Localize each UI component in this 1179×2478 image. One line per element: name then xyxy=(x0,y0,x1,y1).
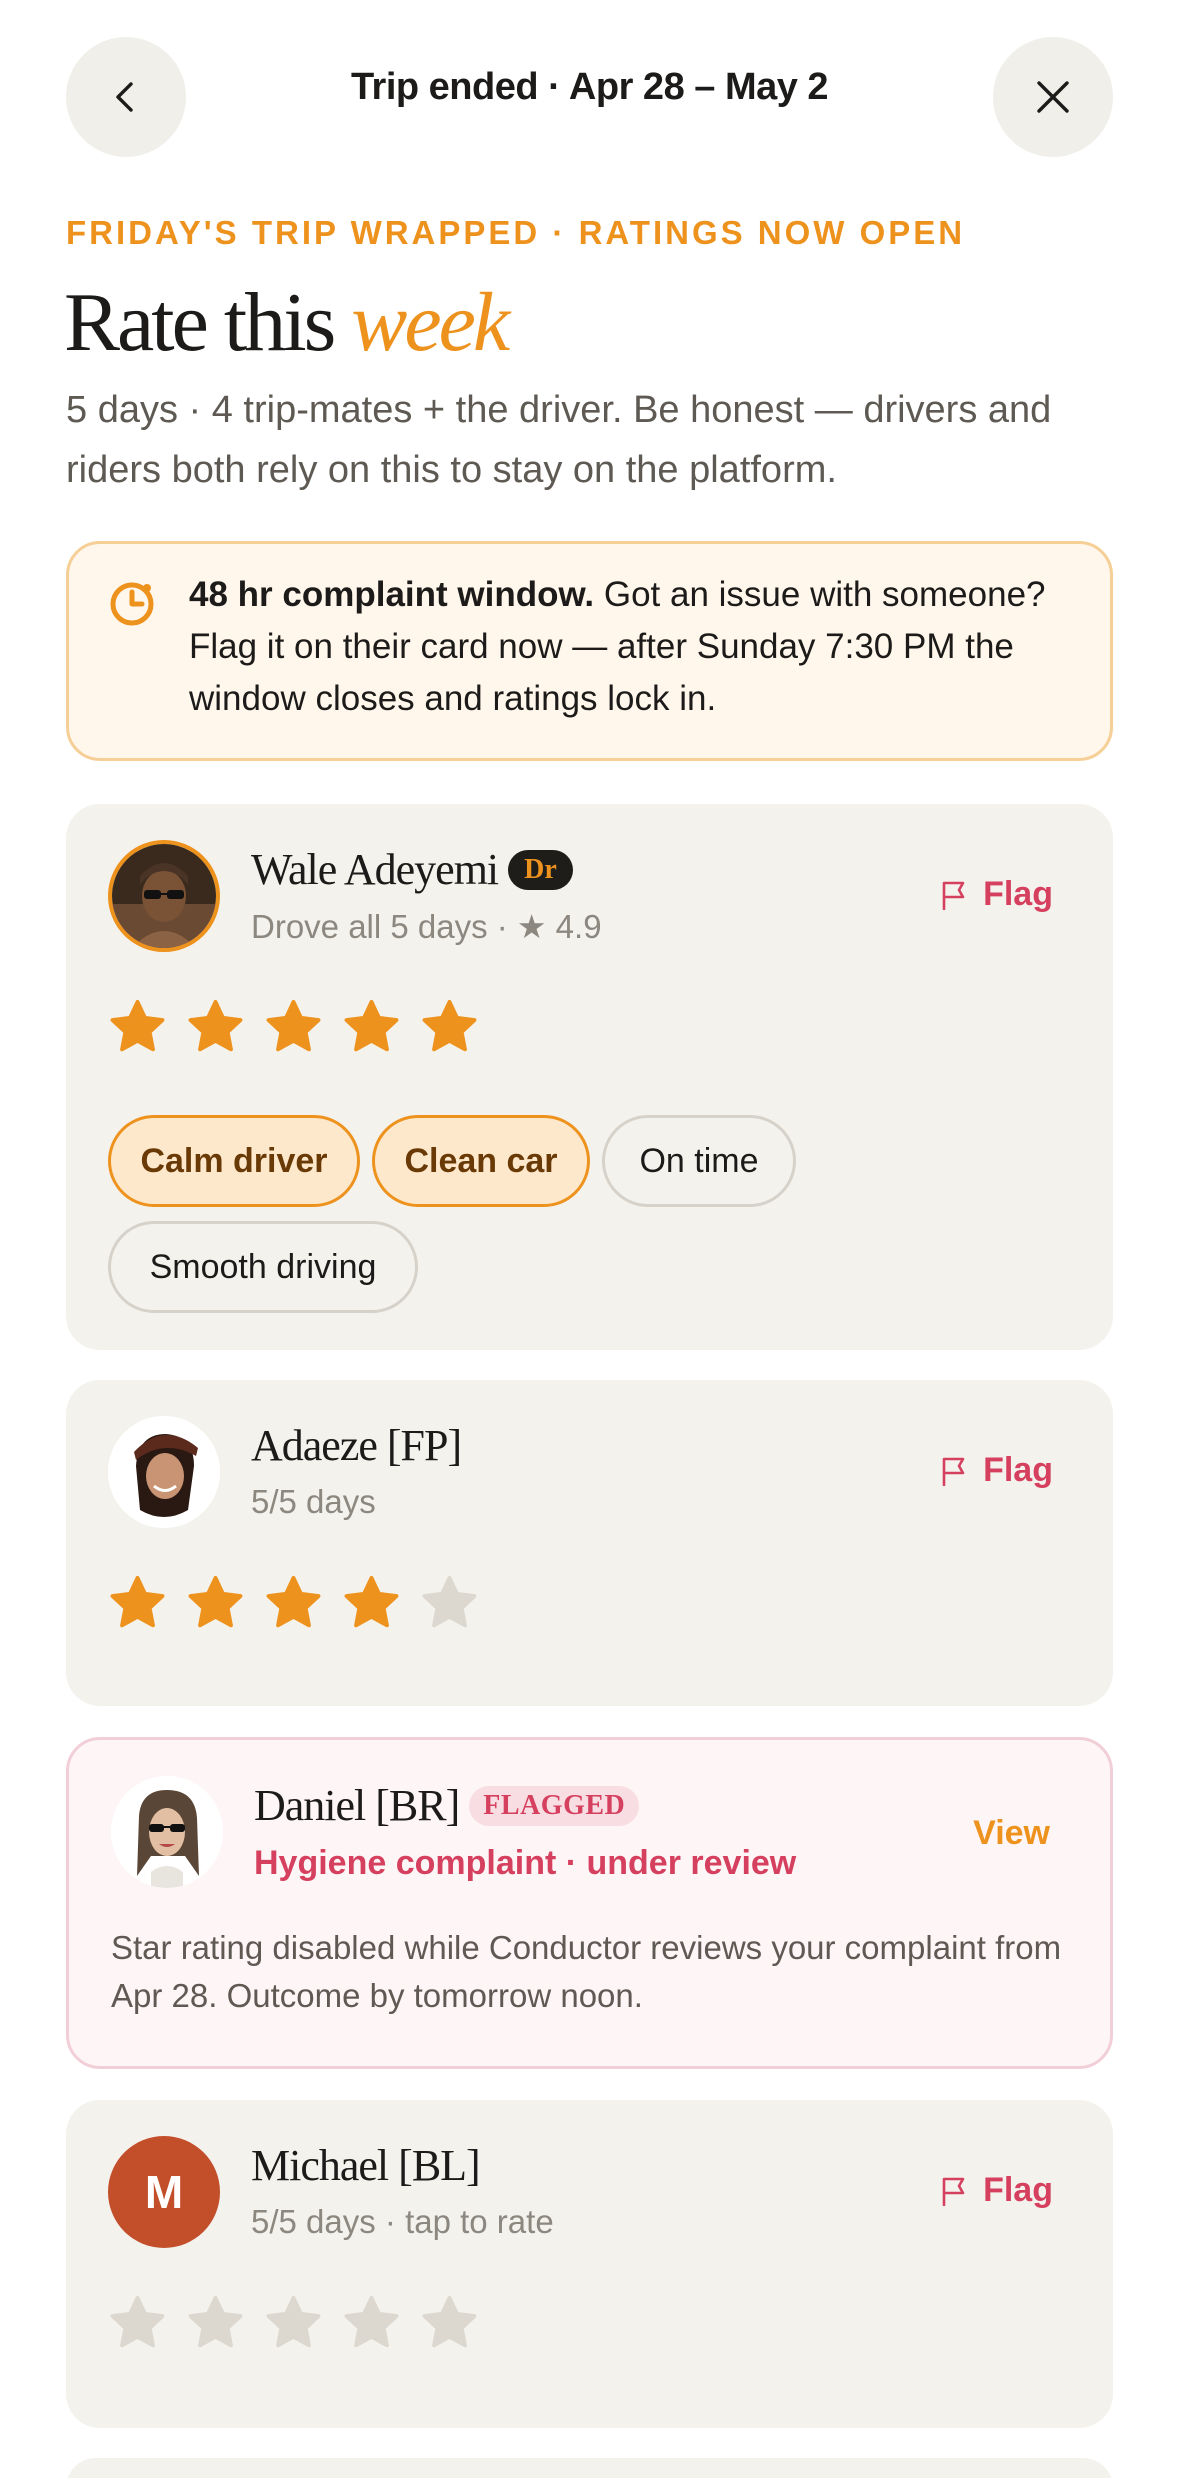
star-empty-icon[interactable] xyxy=(264,2294,323,2353)
flag-button[interactable]: Flag xyxy=(941,1451,1053,1490)
avatar: M xyxy=(108,2136,220,2248)
star-empty-icon[interactable] xyxy=(186,2294,245,2353)
star-empty-icon[interactable] xyxy=(420,2294,479,2353)
star-filled-icon[interactable] xyxy=(420,998,479,1057)
complaint-window-notice: 48 hr complaint window. Got an issue wit… xyxy=(66,541,1113,761)
tag-label: Calm driver xyxy=(140,1141,328,1180)
rider-meta: 5/5 days xyxy=(251,1483,376,1520)
clock-icon xyxy=(110,582,154,626)
star-empty-icon[interactable] xyxy=(108,2294,167,2353)
rider-name: Adaeze [FP] xyxy=(251,1421,462,1470)
notice-bold: 48 hr complaint window. xyxy=(189,575,595,614)
avatar xyxy=(111,1776,223,1888)
rider-meta: Drove all 5 days · ★ 4.9 xyxy=(251,908,602,945)
star-empty-icon[interactable] xyxy=(342,2294,401,2353)
rating-card-rider: Adaeze [FP] 5/5 days Flag xyxy=(66,1380,1113,1706)
rider-name: Michael [BL] xyxy=(251,2141,481,2190)
tag-chip[interactable]: Calm driver xyxy=(108,1115,360,1207)
flag-button[interactable]: Flag xyxy=(941,2171,1053,2210)
avatar xyxy=(108,1416,220,1528)
headline-accent: week xyxy=(351,276,510,369)
rider-name: Wale Adeyemi xyxy=(251,845,499,894)
star-rating[interactable] xyxy=(108,998,479,1057)
view-label: View xyxy=(973,1814,1050,1852)
star-empty-icon[interactable] xyxy=(420,1574,479,1633)
flag-icon xyxy=(942,881,965,910)
star-filled-icon[interactable] xyxy=(108,998,167,1057)
flag-label: Flag xyxy=(983,1451,1053,1489)
avatar xyxy=(108,840,220,952)
name-line: Adaeze [FP] xyxy=(251,1420,462,1471)
flag-icon xyxy=(942,2177,965,2206)
back-button[interactable] xyxy=(66,37,186,157)
flagged-description: Star rating disabled while Conductor rev… xyxy=(111,1929,1062,2014)
tag-label: On time xyxy=(639,1141,759,1180)
star-rating[interactable] xyxy=(108,2294,479,2353)
complaint-status: Hygiene complaint · under review xyxy=(254,1844,797,1882)
tag-chips: Calm driver Clean car On time Smooth dri… xyxy=(108,1115,1068,1315)
star-filled-icon[interactable] xyxy=(264,1574,323,1633)
rider-name: Daniel [BR] xyxy=(254,1781,460,1830)
notice-text: 48 hr complaint window. Got an issue wit… xyxy=(189,569,1070,725)
name-line: Michael [BL] xyxy=(251,2140,481,2191)
view-button[interactable]: View xyxy=(973,1814,1050,1853)
flag-label: Flag xyxy=(983,875,1053,913)
star-filled-icon[interactable] xyxy=(342,998,401,1057)
flagged-badge: FLAGGED xyxy=(469,1785,640,1826)
close-icon xyxy=(1037,81,1069,113)
headline-prefix: Rate this xyxy=(64,276,336,369)
name-line: Wale Adeyemi Dr xyxy=(251,844,573,895)
top-bar: Trip ended · Apr 28 – May 2 xyxy=(0,0,1179,190)
star-filled-icon[interactable] xyxy=(186,998,245,1057)
page-title: Trip ended · Apr 28 – May 2 xyxy=(350,66,829,108)
eyebrow-text: FRIDAY'S TRIP WRAPPED · RATINGS NOW OPEN xyxy=(66,214,966,251)
rating-card-next xyxy=(66,2458,1113,2478)
name-line: Daniel [BR] FLAGGED xyxy=(254,1780,640,1831)
driver-badge: Dr xyxy=(508,849,573,890)
rating-card-unrated: M Michael [BL] 5/5 days · tap to rate Fl… xyxy=(66,2100,1113,2428)
intro-subtext: 5 days · 4 trip-mates + the driver. Be h… xyxy=(66,389,1052,491)
tag-chip[interactable]: On time xyxy=(602,1115,796,1207)
tag-label: Clean car xyxy=(404,1141,558,1180)
rider-meta: 5/5 days · tap to rate xyxy=(251,2203,554,2240)
tag-chip[interactable]: Smooth driving xyxy=(108,1221,418,1313)
avatar-initial: M xyxy=(144,2166,184,2218)
tag-label: Smooth driving xyxy=(149,1247,377,1286)
flag-label: Flag xyxy=(983,2171,1053,2209)
star-filled-icon[interactable] xyxy=(108,1574,167,1633)
flag-icon xyxy=(942,1457,965,1486)
rating-card-flagged: Daniel [BR] FLAGGED Hygiene complaint · … xyxy=(66,1737,1113,2069)
rating-card-driver: Wale Adeyemi Dr Drove all 5 days · ★ 4.9… xyxy=(66,804,1113,1350)
star-filled-icon[interactable] xyxy=(264,998,323,1057)
star-rating[interactable] xyxy=(108,1574,479,1633)
close-button[interactable] xyxy=(993,37,1113,157)
flag-button[interactable]: Flag xyxy=(941,875,1053,914)
star-filled-icon[interactable] xyxy=(342,1574,401,1633)
tag-chip[interactable]: Clean car xyxy=(372,1115,590,1207)
chevron-left-icon xyxy=(116,82,133,112)
page-headline: Rate this week xyxy=(64,274,510,371)
star-filled-icon[interactable] xyxy=(186,1574,245,1633)
